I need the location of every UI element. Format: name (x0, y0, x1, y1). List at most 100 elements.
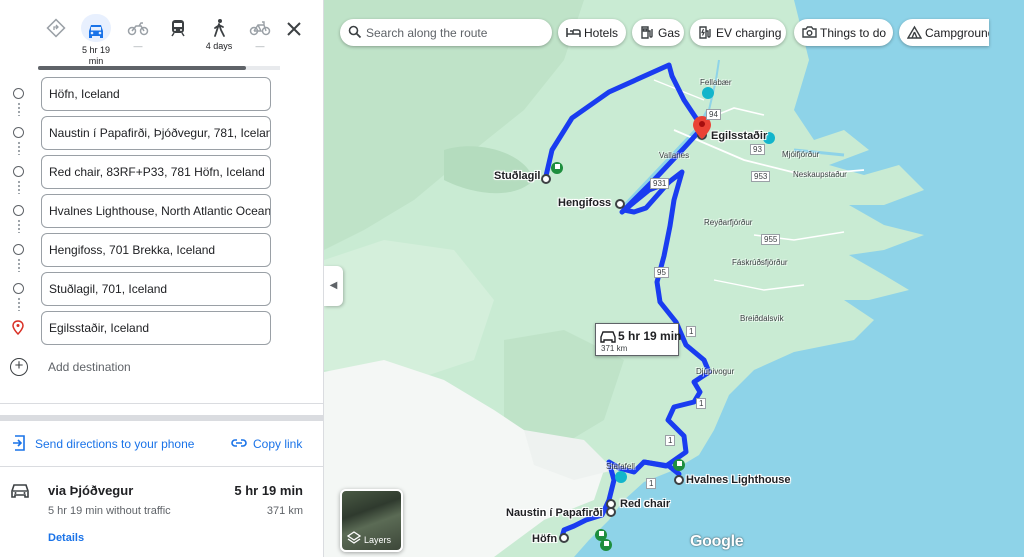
town-label: Fáskrúðsfjörður (732, 258, 788, 267)
stop-input[interactable]: Naustin í Papafirði, Þjóðvegur, 781, Ice… (41, 116, 271, 150)
connector-dots (18, 297, 20, 311)
bed-icon (566, 28, 581, 37)
town-label: Djúpivogur (696, 367, 735, 376)
google-maps-directions: 5 hr 19 min — 4 days — Höfn, Iceland Nau… (0, 0, 1024, 557)
road-shield: 953 (751, 171, 771, 182)
place-label-naustin[interactable]: Naustin í Papafirði (506, 507, 603, 519)
waypoint-dot-icon (13, 127, 24, 138)
place-label-hengifoss[interactable]: Hengifoss (558, 197, 611, 209)
stop-row: Hvalnes Lighthouse, North Atlantic Ocean… (0, 194, 323, 228)
collapse-panel-button[interactable]: ◀ (324, 266, 343, 306)
connector-dots (18, 258, 20, 272)
add-destination-label: Add destination (48, 360, 131, 374)
mode-cycling[interactable]: — (238, 14, 282, 66)
route-option[interactable]: via Þjóðvegur 5 hr 19 min 5 hr 19 min wi… (0, 470, 323, 557)
close-icon[interactable] (283, 18, 305, 40)
stop-input[interactable]: Höfn, Iceland (41, 77, 271, 111)
chip-label: EV charging (716, 26, 782, 40)
diamond-route-icon (46, 18, 66, 38)
send-to-device-icon (13, 435, 25, 451)
waypoint-dot-icon (13, 283, 24, 294)
destination-pin-icon (12, 320, 24, 335)
stop-input[interactable]: Hvalnes Lighthouse, North Atlantic Ocean… (41, 194, 271, 228)
link-icon (231, 439, 247, 447)
send-directions-label: Send directions to your phone (35, 437, 195, 451)
mode-motorcycle[interactable]: — (116, 14, 160, 66)
waypoint-dot-icon (13, 205, 24, 216)
road-shield: 955 (761, 234, 781, 245)
map-canvas[interactable]: 94 93 953 931 955 95 1 1 1 1 Fellabær Va… (324, 0, 1024, 557)
car-icon (11, 484, 29, 498)
destination-input[interactable]: Egilsstaðir, Iceland (41, 311, 271, 345)
travel-mode-bar: 5 hr 19 min — 4 days — (0, 0, 323, 66)
road-shield: 1 (646, 478, 657, 489)
mode-best-route[interactable] (34, 14, 78, 66)
copy-link-button[interactable]: Copy link (230, 434, 302, 455)
tent-icon (907, 25, 922, 39)
mode-walking[interactable]: 4 days (197, 14, 241, 66)
mode-driving[interactable]: 5 hr 19 min (74, 14, 118, 66)
google-logo-text: Google (690, 533, 744, 550)
stop-input[interactable]: Hengifoss, 701 Brekka, Iceland (41, 233, 271, 267)
stop-input[interactable]: Stuðlagil, 701, Iceland (41, 272, 271, 306)
copy-link-label: Copy link (253, 437, 303, 451)
add-destination-button[interactable]: + Add destination (0, 355, 323, 381)
mode-label: — (133, 41, 143, 51)
place-label-red-chair[interactable]: Red chair (620, 498, 670, 510)
chip-ev-charging[interactable]: EV charging (690, 19, 786, 46)
chip-hotels[interactable]: Hotels (558, 19, 626, 46)
layers-icon (347, 531, 361, 544)
share-actions: Send directions to your phone Copy link (0, 430, 323, 458)
scroll-thumb[interactable] (38, 66, 246, 70)
map-base (324, 0, 1024, 557)
mode-transit[interactable] (156, 14, 200, 66)
bicycle-icon (249, 21, 271, 36)
chip-label: Gas (658, 26, 681, 40)
chip-things-to-do[interactable]: Things to do (794, 19, 893, 46)
town-label: Breiðdalsvík (740, 314, 784, 323)
camera-icon (802, 26, 817, 38)
details-link[interactable]: Details (48, 532, 84, 544)
callout-distance: 371 km (601, 344, 628, 353)
route-traffic-note: 5 hr 19 min without traffic (48, 505, 171, 517)
place-label-hvalnes[interactable]: Hvalnes Lighthouse (686, 474, 791, 486)
place-label-hofn[interactable]: Höfn (532, 533, 557, 545)
route-name: via Þjóðvegur (48, 483, 134, 498)
chip-campgrounds[interactable]: Campgrounds (899, 19, 989, 46)
road-shield: 931 (650, 178, 670, 189)
road-shield: 1 (665, 435, 676, 446)
search-along-route-input[interactable]: Search along the route (340, 19, 552, 46)
stop-row: Höfn, Iceland (0, 77, 323, 111)
send-to-phone-button[interactable]: Send directions to your phone (12, 434, 194, 455)
road-shield: 94 (706, 109, 721, 120)
chip-gas[interactable]: Gas (632, 19, 684, 46)
town-label: Fellabær (700, 78, 732, 87)
route-duration-callout[interactable]: 5 hr 19 min 371 km (595, 323, 682, 356)
layers-button[interactable]: Layers (340, 489, 403, 552)
callout-duration: 5 hr 19 min (618, 329, 682, 343)
stop-input[interactable]: Red chair, 83RF+P33, 781 Höfn, Iceland (41, 155, 271, 189)
route-distance: 371 km (266, 505, 303, 517)
directions-panel: 5 hr 19 min — 4 days — Höfn, Iceland Nau… (0, 0, 324, 557)
town-label: Vallanes (659, 151, 690, 160)
stop-row: Naustin í Papafirði, Þjóðvegur, 781, Ice… (0, 116, 323, 150)
stop-row: Egilsstaðir, Iceland (0, 311, 323, 345)
chip-label: Hotels (584, 26, 619, 40)
connector-dots (18, 102, 20, 116)
ev-charger-icon (699, 26, 711, 39)
stop-row: Red chair, 83RF+P33, 781 Höfn, Iceland (0, 155, 323, 189)
place-label-studlagil[interactable]: Stuðlagil (494, 170, 540, 182)
stop-row: Stuðlagil, 701, Iceland (0, 272, 323, 306)
waypoint-dot-icon (13, 88, 24, 99)
connector-dots (18, 180, 20, 194)
place-label-egilsstadir[interactable]: Egilsstaðir (711, 130, 767, 142)
connector-dots (18, 219, 20, 233)
town-label: Mjóifjörður (782, 150, 820, 159)
layers-label: Layers (364, 535, 392, 545)
car-icon (600, 331, 616, 343)
google-logo: Google (690, 533, 744, 551)
divider (0, 466, 323, 467)
search-placeholder: Search along the route (366, 26, 488, 40)
plus-icon: + (10, 358, 28, 376)
connector-dots (18, 141, 20, 155)
